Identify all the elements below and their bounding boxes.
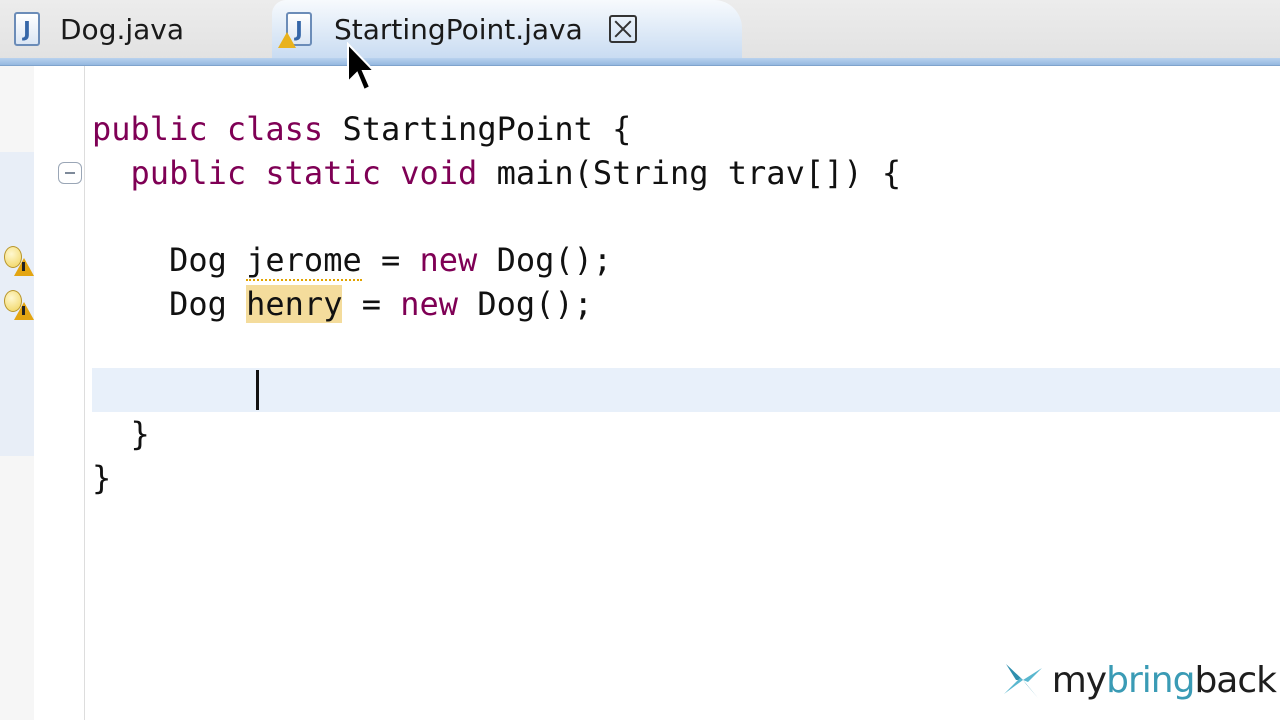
code-line-main-declaration: public static void main(String trav[]) { [130,154,902,192]
variable-jerome: jerome [246,241,362,281]
java-file-warning-icon: J [278,12,312,48]
mouse-pointer-icon [347,42,376,92]
pinwheel-logo-icon [1003,664,1042,698]
text-caret [256,370,259,410]
code-line-close-main: } [130,415,150,453]
code-line-jerome: Dog jerome = new Dog(); [169,241,613,281]
warning-lightbulb-icon[interactable] [2,246,34,280]
gutter-divider [84,66,85,720]
fold-collapse-icon[interactable] [58,162,82,184]
tab-dog-java[interactable]: J Dog.java [0,0,270,58]
variable-henry: henry [246,285,343,323]
code-line-henry: Dog henry = new Dog(); [169,285,593,323]
code-line-close-class: } [92,459,112,497]
current-line-highlight [92,368,1280,412]
tab-label: StartingPoint.java [334,12,583,46]
code-editor[interactable]: public class StartingPoint { public stat… [0,66,1280,720]
editor-tab-bar: J Dog.java J StartingPoint.java [0,0,1280,66]
tab-bar-underline [0,58,1280,66]
tab-startingpoint-java[interactable]: J StartingPoint.java [272,0,742,58]
java-file-icon: J [14,12,40,46]
code-line-class-declaration: public class StartingPoint { [92,110,632,148]
close-tab-icon[interactable] [608,15,637,43]
tab-label: Dog.java [60,12,185,46]
warning-lightbulb-icon[interactable] [2,290,34,324]
mybringback-logo: mybringback [998,658,1277,702]
